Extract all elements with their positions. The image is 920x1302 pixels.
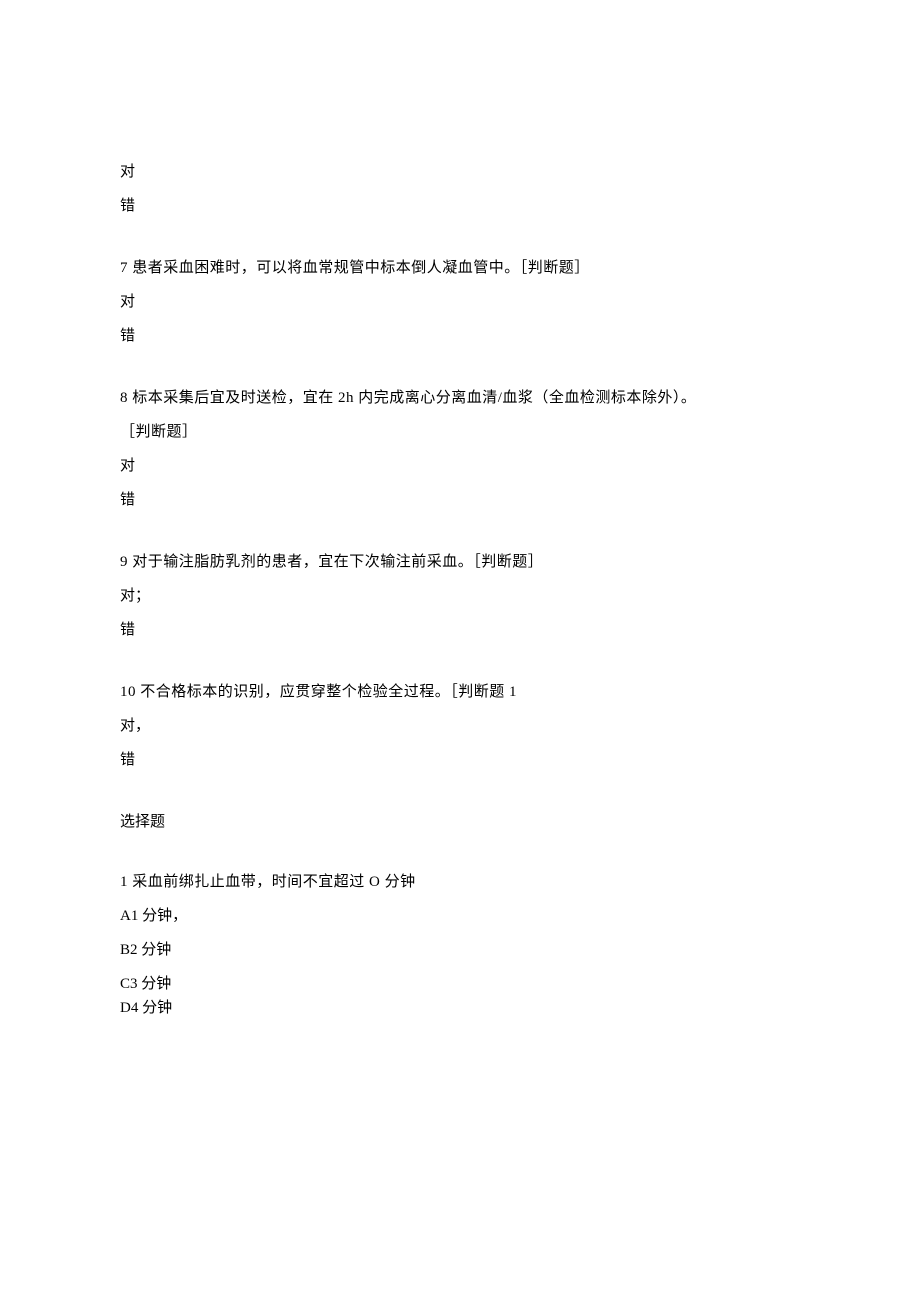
question-10: 10 不合格标本的识别，应贯穿整个检验全过程。［判断题 1 对， 错 [120,680,800,772]
option-true: 对 [120,454,800,478]
option-c: C3 分钟 [120,972,800,996]
question-text: 9 对于输注脂肪乳剂的患者，宜在下次输注前采血。［判断题］ [120,550,800,574]
question-text: 1 采血前绑扎止血带，时间不宜超过 O 分钟 [120,870,800,894]
question-9: 9 对于输注脂肪乳剂的患者，宜在下次输注前采血。［判断题］ 对； 错 [120,550,800,642]
question-7: 7 患者采血困难时，可以将血常规管中标本倒人凝血管中。［判断题］ 对 错 [120,256,800,348]
option-true: 对； [120,584,800,608]
option-b: B2 分钟 [120,938,800,962]
option-d: D4 分钟 [120,996,800,1020]
question-text-line-2: ［判断题］ [120,420,800,444]
question-8: 8 标本采集后宜及时送检，宜在 2h 内完成离心分离血清/血浆（全血检测标本除外… [120,386,800,512]
section-heading: 选择题 [120,810,800,834]
option-true: 对， [120,714,800,738]
question-text: 7 患者采血困难时，可以将血常规管中标本倒人凝血管中。［判断题］ [120,256,800,280]
option-false: 错 [120,324,800,348]
option-true: 对 [120,160,800,184]
question-text-line-1: 8 标本采集后宜及时送检，宜在 2h 内完成离心分离血清/血浆（全血检测标本除外… [120,386,800,410]
question-text: 10 不合格标本的识别，应贯穿整个检验全过程。［判断题 1 [120,680,800,704]
option-false: 错 [120,748,800,772]
option-false: 错 [120,488,800,512]
option-false: 错 [120,194,800,218]
option-a: A1 分钟， [120,904,800,928]
question-6-options: 对 错 [120,160,800,218]
option-true: 对 [120,290,800,314]
mc-question-1: 1 采血前绑扎止血带，时间不宜超过 O 分钟 A1 分钟， B2 分钟 C3 分… [120,870,800,1020]
option-false: 错 [120,618,800,642]
